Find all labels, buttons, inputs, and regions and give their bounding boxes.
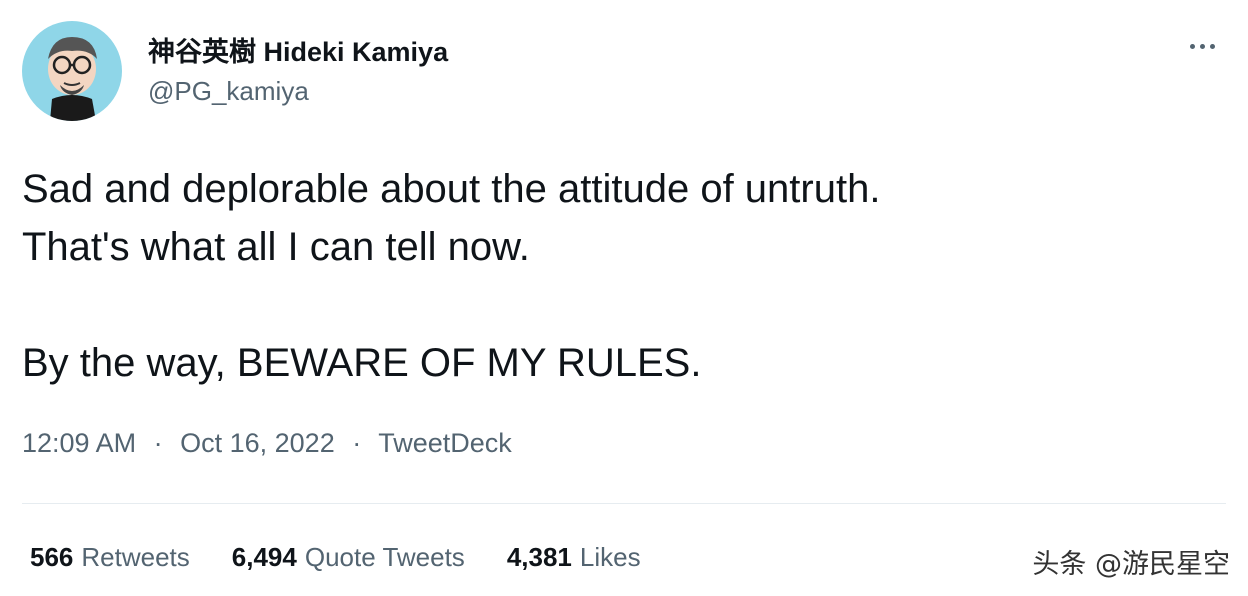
display-name[interactable]: 神谷英樹 Hideki Kamiya: [148, 30, 448, 69]
tweet-line: That's what all I can tell now.: [22, 225, 530, 269]
retweets-label: Retweets: [81, 542, 190, 572]
tweet-line: Sad and deplorable about the attitude of…: [22, 167, 881, 211]
divider: [22, 503, 1226, 504]
retweets-count: 566: [30, 542, 74, 572]
watermark: 头条 @游民星空: [1032, 549, 1230, 580]
tweet-meta: 12:09 AM · Oct 16, 2022 · TweetDeck: [22, 428, 512, 459]
tweet-text: Sad and deplorable about the attitude of…: [22, 160, 1202, 392]
quote-tweets-count: 6,494: [231, 542, 297, 572]
more-options-icon[interactable]: [1182, 34, 1222, 58]
separator: ·: [352, 428, 362, 458]
dot: [1189, 43, 1195, 49]
retweets-stat[interactable]: 566 Retweets: [30, 542, 190, 573]
tweet-time[interactable]: 12:09 AM: [22, 428, 136, 458]
tweet-source-link[interactable]: TweetDeck: [378, 428, 512, 458]
avatar[interactable]: [22, 21, 122, 121]
tweet-date[interactable]: Oct 16, 2022: [180, 428, 335, 458]
user-handle[interactable]: @PG_kamiya: [148, 76, 309, 107]
quote-tweets-stat[interactable]: 6,494 Quote Tweets: [232, 542, 465, 573]
likes-label: Likes: [579, 542, 641, 572]
tweet-card: 神谷英樹 Hideki Kamiya @PG_kamiya Sad and de…: [0, 0, 1248, 596]
separator: ·: [153, 428, 163, 458]
tweet-line: By the way, BEWARE OF MY RULES.: [22, 341, 702, 385]
dot: [1199, 43, 1205, 49]
tweet-stats: 566 Retweets 6,494 Quote Tweets 4,381 Likes: [30, 542, 683, 573]
likes-count: 4,381: [506, 542, 572, 572]
likes-stat[interactable]: 4,381 Likes: [507, 542, 641, 573]
cartoon-avatar-icon: [48, 37, 97, 121]
quote-tweets-label: Quote Tweets: [304, 542, 465, 572]
dot: [1209, 43, 1215, 49]
